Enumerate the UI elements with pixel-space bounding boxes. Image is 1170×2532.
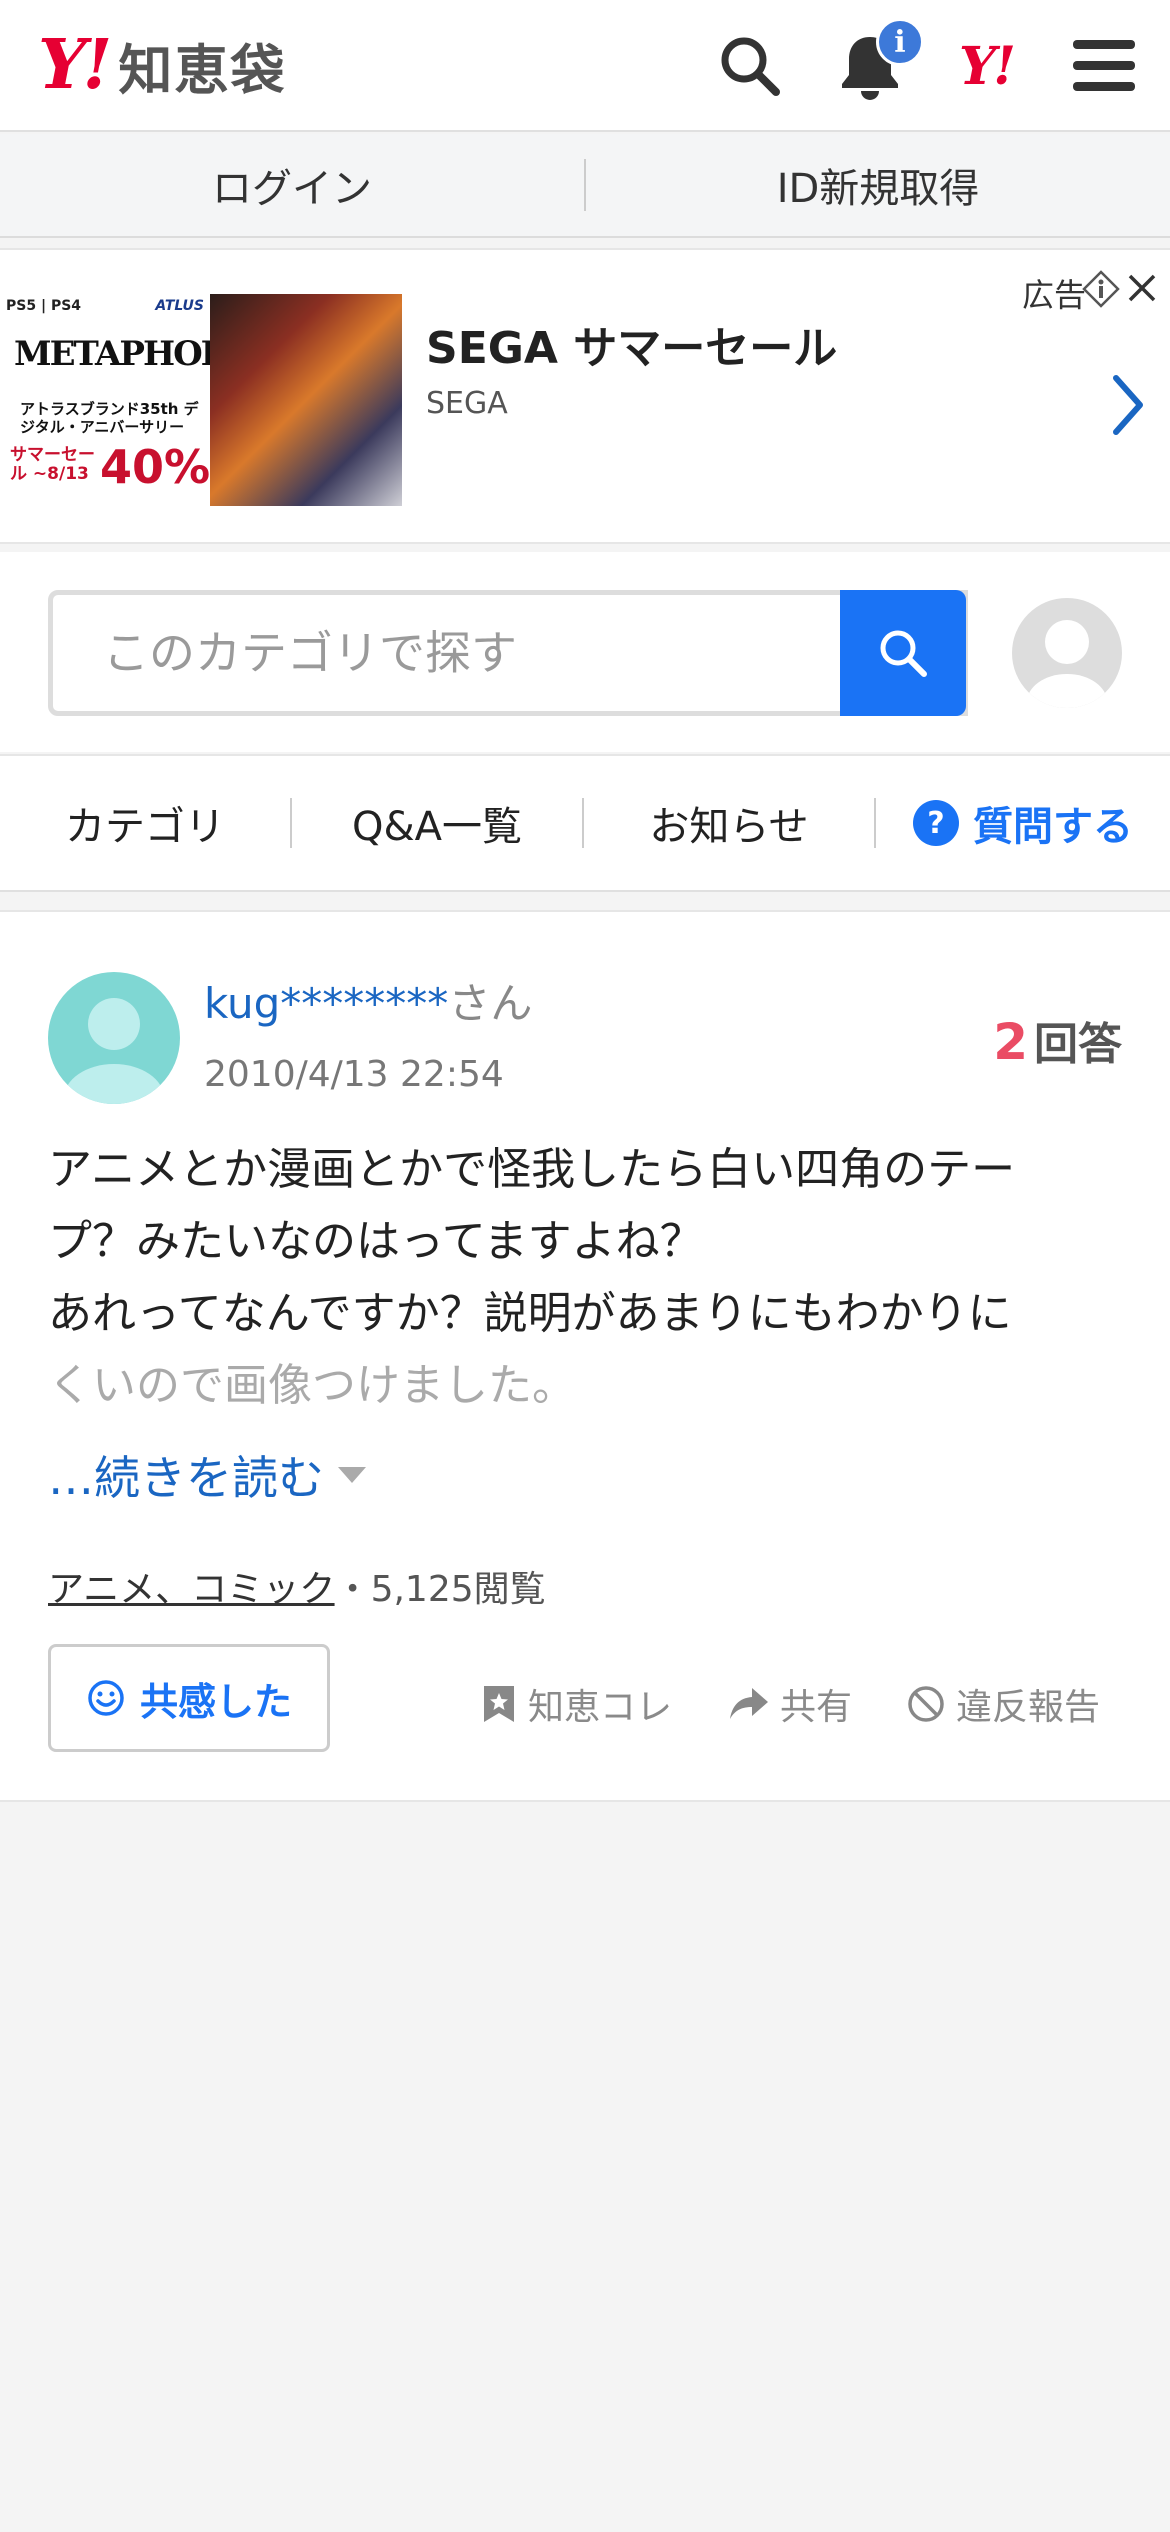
question-card: kug********さん 2010/4/13 22:54 2 回答 アニメとか漫…: [0, 910, 1170, 1802]
report-label: 違反報告: [956, 1687, 1101, 1728]
category-link[interactable]: アニメ、コミック: [48, 1569, 335, 1610]
answer-count[interactable]: 2 回答: [993, 1008, 1122, 1072]
ad-banner[interactable]: 広告 PS5 | PS4 ATLUS METAPHOR アトラスブランド35th…: [0, 248, 1170, 544]
search-section: [0, 552, 1170, 752]
tab-notices[interactable]: お知らせ: [584, 794, 874, 852]
share-button[interactable]: 共有: [728, 1678, 852, 1730]
question-icon: ?: [913, 800, 959, 846]
ask-label: 質問する: [973, 804, 1133, 850]
menu-icon[interactable]: [1066, 28, 1142, 104]
login-link[interactable]: ログイン: [0, 156, 584, 214]
category-nav: カテゴリ Q&A一覧 お知らせ ? 質問する: [0, 754, 1170, 892]
asker-id: kug********: [204, 979, 449, 1028]
question-line: プ？みたいなのはってますよね？: [48, 1216, 704, 1267]
search-box: [48, 590, 968, 716]
ad-key-visual: [210, 294, 402, 506]
asker-honorific: さん: [448, 979, 533, 1028]
view-count: ・5,125閲覧: [334, 1569, 546, 1610]
ad-game-title: METAPHOR: [14, 334, 210, 374]
question-line: アニメとか漫画とかで怪我したら白い四角のテー: [48, 1144, 1016, 1195]
empathy-label: 共感した: [139, 1679, 292, 1724]
ad-title: SEGA サマーセール: [426, 323, 838, 374]
prohibited-icon: [908, 1686, 944, 1722]
signup-link[interactable]: ID新規取得: [586, 156, 1170, 214]
chevron-right-icon[interactable]: [1108, 372, 1148, 438]
answer-count-number: 2: [993, 1013, 1028, 1071]
yahoo-logo-mark: Y!: [38, 25, 112, 105]
logo-text: 知恵袋: [118, 38, 287, 102]
save-collection-button[interactable]: 知恵コレ: [480, 1678, 672, 1730]
share-arrow-icon: [730, 1688, 768, 1719]
question-line: あれってなんですか？説明があまりにもわかりに: [48, 1288, 1012, 1339]
answer-count-label: 回答: [1034, 1019, 1122, 1070]
read-more-link[interactable]: …続きを読む: [48, 1442, 366, 1508]
ad-advertiser: SEGA: [426, 386, 508, 421]
asker-avatar[interactable]: [48, 972, 180, 1104]
ad-sale-text: サマーセール ~8/13: [10, 445, 95, 484]
ad-image[interactable]: PS5 | PS4 ATLUS METAPHOR アトラスブランド35th デジ…: [0, 294, 402, 506]
notification-badge: i: [876, 18, 924, 66]
ask-question-button[interactable]: ? 質問する: [876, 794, 1170, 852]
app-header: Y! 知恵袋 i Y!: [0, 0, 1170, 132]
question-body: アニメとか漫画とかで怪我したら白い四角のテー プ？みたいなのはってますよね？ あ…: [48, 1134, 1128, 1422]
ad-platforms: PS5 | PS4: [6, 298, 82, 314]
user-avatar[interactable]: [1012, 598, 1122, 708]
smile-icon: [88, 1680, 124, 1716]
auth-bar: ログイン ID新規取得: [0, 134, 1170, 238]
ad-promo-subtitle: アトラスブランド35th デジタル・アニバーサリー: [20, 400, 199, 436]
ad-label: 広告: [1021, 276, 1086, 314]
share-label: 共有: [780, 1687, 853, 1728]
ad-info-icon[interactable]: [1082, 270, 1120, 308]
question-line: くいので画像つけました。: [48, 1360, 576, 1411]
tab-qa-list[interactable]: Q&A一覧: [292, 794, 582, 852]
search-button[interactable]: [840, 590, 966, 716]
search-icon: [880, 630, 927, 677]
read-more-label: …続きを読む: [48, 1451, 324, 1505]
ad-close-icon[interactable]: [1122, 268, 1162, 308]
report-button[interactable]: 違反報告: [906, 1678, 1100, 1730]
search-icon[interactable]: [712, 28, 788, 104]
search-input[interactable]: [53, 595, 843, 711]
question-meta: アニメ、コミック・5,125閲覧: [48, 1560, 546, 1612]
save-label: 知恵コレ: [528, 1687, 673, 1728]
notification-bell-icon[interactable]: i: [832, 18, 924, 104]
bookmark-star-icon: [484, 1686, 514, 1722]
chiebukuro-logo[interactable]: Y! 知恵袋: [38, 25, 286, 105]
caret-down-icon: [338, 1467, 366, 1483]
empathy-button[interactable]: 共感した: [48, 1644, 330, 1752]
question-date: 2010/4/13 22:54: [204, 1054, 504, 1095]
yahoo-japan-icon[interactable]: Y!: [948, 28, 1024, 104]
ad-image-promo: PS5 | PS4 ATLUS METAPHOR アトラスブランド35th デジ…: [0, 294, 210, 506]
asker-name[interactable]: kug********さん: [204, 970, 532, 1031]
tab-category[interactable]: カテゴリ: [0, 794, 290, 852]
ad-brand: ATLUS: [155, 298, 204, 314]
ad-discount: 40%: [100, 440, 210, 494]
